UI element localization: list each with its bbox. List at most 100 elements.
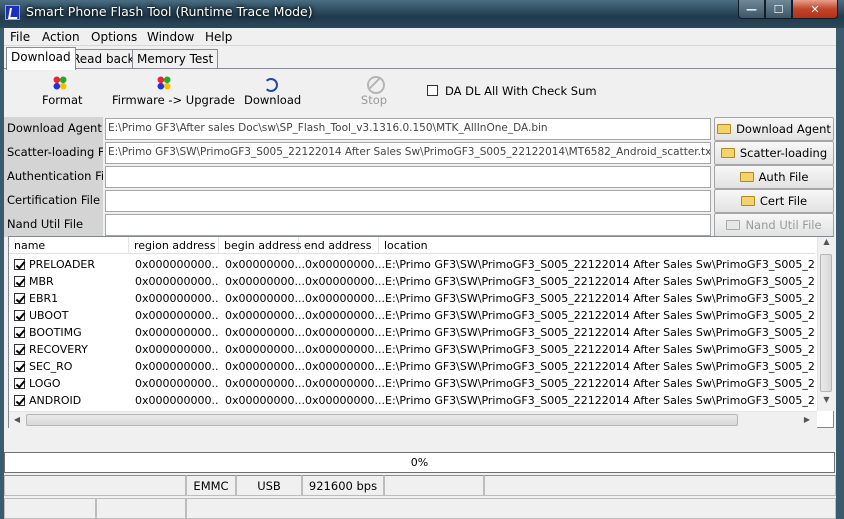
- download-label: Download: [244, 93, 302, 107]
- tab-memory-test[interactable]: Memory Test: [132, 49, 219, 69]
- table-row[interactable]: LOGO 0x000000000... 0x00000000... 0x0000000…: [9, 375, 815, 392]
- menu-options[interactable]: Options: [91, 30, 137, 44]
- table-row[interactable]: MBR 0x000000000... 0x00000000... 0x00000000…: [9, 273, 815, 290]
- maximize-button[interactable]: ☐: [765, 0, 792, 19]
- row-name: MBR: [29, 275, 54, 288]
- firmware-upgrade-icon: [156, 75, 172, 91]
- nand-field[interactable]: [105, 214, 711, 236]
- row-checkbox[interactable]: [14, 276, 25, 287]
- scatter-loading-button[interactable]: Scatter-loading: [714, 141, 834, 165]
- close-button[interactable]: ✕: [792, 0, 838, 19]
- row-name: RECOVERY: [29, 343, 88, 356]
- table-row[interactable]: EBR1 0x000000000... 0x00000000... 0x0000000…: [9, 290, 815, 307]
- row-end-address: 0x00000000...: [305, 292, 385, 305]
- row-checkbox[interactable]: [14, 395, 25, 406]
- horizontal-scrollbar[interactable]: ◀ ▶: [9, 411, 817, 428]
- row-checkbox[interactable]: [14, 293, 25, 304]
- menu-window[interactable]: Window: [147, 30, 194, 44]
- vertical-scrollbar[interactable]: ▲ ▼: [817, 237, 834, 411]
- menu-file[interactable]: File: [10, 30, 30, 44]
- row-location: E:\Primo GF3\SW\PrimoGF3_S005_22122014 A…: [385, 377, 815, 390]
- row-end-address: 0x00000000...: [305, 360, 385, 373]
- checksum-checkbox[interactable]: [427, 85, 438, 96]
- stop-icon: [366, 75, 385, 94]
- table-row[interactable]: ANDROID 0x000000000... 0x00000000... 0x0000…: [9, 392, 815, 409]
- row-region-address: 0x000000000...: [135, 377, 219, 390]
- scatter-row: Scatter-loading File E:\Primo GF3\SW\Pri…: [4, 141, 836, 165]
- tab-download[interactable]: Download: [6, 47, 76, 70]
- firmware-upgrade-button[interactable]: Firmware -> Upgrade: [112, 75, 235, 115]
- row-end-address: 0x00000000...: [305, 275, 385, 288]
- row-begin-address: 0x00000000...: [225, 394, 305, 407]
- cert-file-button-label: Cert File: [759, 194, 808, 208]
- row-location: E:\Primo GF3\SW\PrimoGF3_S005_22122014 A…: [385, 394, 815, 407]
- app-icon: [5, 5, 20, 20]
- row-checkbox[interactable]: [14, 361, 25, 372]
- auth-field[interactable]: [105, 166, 711, 188]
- status-cell-empty: [96, 498, 186, 519]
- table-row[interactable]: BOOTIMG 0x000000000... 0x00000000... 0x0000…: [9, 324, 815, 341]
- row-region-address: 0x000000000...: [135, 309, 219, 322]
- scroll-left-icon[interactable]: ◀: [9, 412, 25, 428]
- auth-file-button[interactable]: Auth File: [714, 165, 834, 189]
- horizontal-scroll-thumb[interactable]: [26, 414, 738, 426]
- table-row[interactable]: SEC_RO 0x000000000... 0x00000000... 0x00000…: [9, 358, 815, 375]
- row-begin-address: 0x00000000...: [225, 343, 305, 356]
- row-begin-address: 0x00000000...: [225, 360, 305, 373]
- row-begin-address: 0x00000000...: [225, 258, 305, 271]
- download-agent-button[interactable]: Download Agent: [714, 117, 834, 141]
- row-name: BOOTIMG: [29, 326, 82, 339]
- table-row[interactable]: RECOVERY 0x000000000... 0x00000000... 0x000…: [9, 341, 815, 358]
- row-begin-address: 0x00000000...: [225, 326, 305, 339]
- col-region-address[interactable]: region address: [129, 237, 219, 254]
- progress-bar: 0%: [4, 452, 835, 473]
- firmware-upgrade-label: Firmware -> Upgrade: [112, 93, 235, 107]
- format-button[interactable]: Format: [42, 75, 83, 115]
- row-checkbox[interactable]: [14, 378, 25, 389]
- row-checkbox[interactable]: [14, 344, 25, 355]
- download-button[interactable]: Download: [244, 75, 301, 115]
- auth-file-button-label: Auth File: [758, 170, 809, 184]
- menu-action[interactable]: Action: [42, 30, 80, 44]
- stop-button[interactable]: Stop: [359, 75, 389, 115]
- table-row[interactable]: UBOOT 0x000000000... 0x00000000... 0x000000…: [9, 307, 815, 324]
- cert-field[interactable]: [105, 190, 711, 212]
- title-bar[interactable]: Smart Phone Flash Tool (Runtime Trace Mo…: [0, 0, 844, 28]
- folder-icon: [720, 148, 735, 158]
- col-location[interactable]: location: [379, 237, 815, 254]
- status-port: USB: [236, 475, 302, 496]
- row-end-address: 0x00000000...: [305, 377, 385, 390]
- row-region-address: 0x000000000...: [135, 394, 219, 407]
- col-end-address[interactable]: end address: [299, 237, 379, 254]
- row-location: E:\Primo GF3\SW\PrimoGF3_S005_22122014 A…: [385, 292, 815, 305]
- menu-help[interactable]: Help: [205, 30, 232, 44]
- vertical-scroll-thumb[interactable]: [820, 254, 832, 392]
- row-location: E:\Primo GF3\SW\PrimoGF3_S005_22122014 A…: [385, 326, 815, 339]
- scroll-right-icon[interactable]: ▶: [799, 412, 815, 428]
- scroll-down-icon[interactable]: ▼: [818, 395, 835, 411]
- nand-util-file-button[interactable]: Nand Util File: [714, 213, 834, 237]
- col-begin-address[interactable]: begin address: [219, 237, 301, 254]
- col-name[interactable]: name: [9, 237, 129, 254]
- cert-row: Certification File Cert File: [4, 189, 836, 213]
- scatter-label: Scatter-loading File: [4, 141, 103, 165]
- menu-bar: File Action Options Window Help: [4, 28, 836, 46]
- cert-file-button[interactable]: Cert File: [714, 189, 834, 213]
- scroll-up-icon[interactable]: ▲: [818, 237, 835, 253]
- format-icon: [52, 75, 68, 91]
- row-begin-address: 0x00000000...: [225, 309, 305, 322]
- row-location: E:\Primo GF3\SW\PrimoGF3_S005_22122014 A…: [385, 275, 815, 288]
- status-cell-empty: [186, 498, 836, 519]
- tab-read-back[interactable]: Read back: [67, 49, 140, 69]
- row-name: PRELOADER: [29, 258, 96, 271]
- scatter-field[interactable]: E:\Primo GF3\SW\PrimoGF3_S005_22122014 A…: [105, 142, 711, 164]
- row-checkbox[interactable]: [14, 310, 25, 321]
- download-agent-field[interactable]: E:\Primo GF3\After sales Doc\sw\SP_Flash…: [105, 118, 711, 140]
- row-checkbox[interactable]: [14, 327, 25, 338]
- row-region-address: 0x000000000...: [135, 360, 219, 373]
- status-cell-empty: [4, 498, 96, 519]
- minimize-button[interactable]: —: [738, 0, 765, 19]
- table-row[interactable]: PRELOADER 0x000000000... 0x00000000... 0x00…: [9, 256, 815, 273]
- row-name: UBOOT: [29, 309, 69, 322]
- row-checkbox[interactable]: [14, 259, 25, 270]
